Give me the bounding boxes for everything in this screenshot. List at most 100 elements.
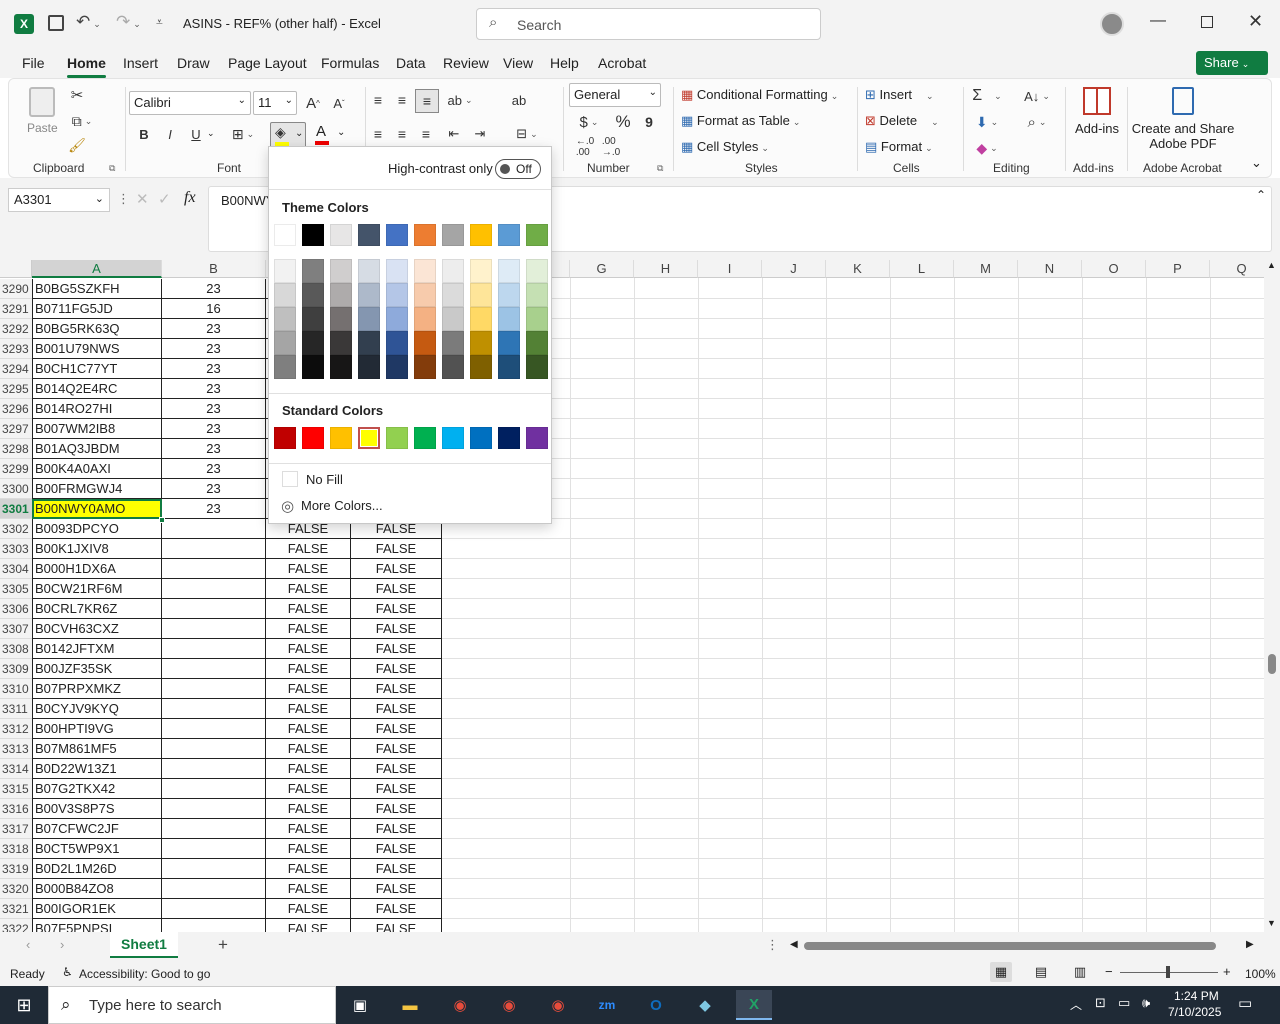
- scroll-left-icon[interactable]: ◀: [790, 939, 798, 950]
- cell-c[interactable]: FALSE: [266, 839, 351, 859]
- cell-b[interactable]: 23: [162, 379, 266, 399]
- add-sheet-icon[interactable]: +: [218, 935, 228, 955]
- row-header[interactable]: 3318: [0, 839, 32, 859]
- cell-b[interactable]: 23: [162, 279, 266, 299]
- cell-d[interactable]: FALSE: [351, 819, 442, 839]
- cell-b[interactable]: [162, 579, 266, 599]
- cell-a[interactable]: B00HPTI9VG: [32, 719, 162, 739]
- cell-c[interactable]: FALSE: [266, 719, 351, 739]
- cell-a[interactable]: B0CYJV9KYQ: [32, 699, 162, 719]
- decrease-indent-icon[interactable]: ⇤: [443, 123, 465, 145]
- cell-d[interactable]: FALSE: [351, 699, 442, 719]
- row-header[interactable]: 3305: [0, 579, 32, 599]
- cell-b[interactable]: [162, 639, 266, 659]
- cell-d[interactable]: FALSE: [351, 639, 442, 659]
- row-header[interactable]: 3293: [0, 339, 32, 359]
- cell-c[interactable]: FALSE: [266, 739, 351, 759]
- cell-styles-button[interactable]: ▦ Cell Styles ⌄: [681, 139, 769, 155]
- prev-sheet-icon[interactable]: ‹: [26, 937, 30, 952]
- cell-a[interactable]: B00IGOR1EK: [32, 899, 162, 919]
- theme-shade-swatch[interactable]: [470, 331, 492, 355]
- column-header-j[interactable]: J: [762, 260, 826, 278]
- theme-shade-swatch[interactable]: [498, 307, 520, 331]
- decrease-decimal-icon[interactable]: .00 →.0: [599, 136, 623, 158]
- scroll-up-icon[interactable]: ▲: [1267, 260, 1276, 270]
- row-header[interactable]: 3320: [0, 879, 32, 899]
- cell-b[interactable]: 23: [162, 359, 266, 379]
- horizontal-scroll-thumb[interactable]: [804, 942, 1216, 950]
- cell-a[interactable]: B07CFWC2JF: [32, 819, 162, 839]
- cell-a[interactable]: B0CH1C77YT: [32, 359, 162, 379]
- cell-d[interactable]: FALSE: [351, 679, 442, 699]
- italic-button[interactable]: I: [159, 123, 181, 145]
- menu-data[interactable]: Data: [396, 55, 426, 71]
- theme-shade-swatch[interactable]: [470, 283, 492, 307]
- column-header-i[interactable]: I: [698, 260, 762, 278]
- increase-font-icon[interactable]: A ^: [301, 91, 325, 115]
- cell-c[interactable]: FALSE: [266, 859, 351, 879]
- cell-b[interactable]: 23: [162, 339, 266, 359]
- menu-formulas[interactable]: Formulas: [321, 55, 379, 71]
- theme-shade-swatch[interactable]: [442, 331, 464, 355]
- column-header-n[interactable]: N: [1018, 260, 1082, 278]
- theme-shade-swatch[interactable]: [302, 283, 324, 307]
- notification-icon[interactable]: ▭: [1238, 994, 1252, 1012]
- cell-a[interactable]: B07F5PNPSL: [32, 919, 162, 932]
- theme-color-swatch[interactable]: [442, 224, 464, 246]
- cell-d[interactable]: FALSE: [351, 859, 442, 879]
- cell-d[interactable]: FALSE: [351, 619, 442, 639]
- zoom-slider-thumb[interactable]: [1166, 966, 1170, 978]
- windows-start-icon[interactable]: ⊞: [6, 990, 42, 1020]
- cell-c[interactable]: FALSE: [266, 779, 351, 799]
- cell-b[interactable]: [162, 839, 266, 859]
- theme-color-swatch[interactable]: [470, 224, 492, 246]
- row-header[interactable]: 3300: [0, 479, 32, 499]
- menu-view[interactable]: View: [503, 55, 533, 71]
- cell-c[interactable]: FALSE: [266, 659, 351, 679]
- cell-a[interactable]: B00NWY0AMO: [32, 499, 162, 519]
- cell-c[interactable]: FALSE: [266, 799, 351, 819]
- theme-shade-swatch[interactable]: [386, 355, 408, 379]
- cell-a[interactable]: B0CRL7KR6Z: [32, 599, 162, 619]
- accessibility-status[interactable]: Accessibility: Good to go: [79, 967, 210, 981]
- cell-a[interactable]: B0BG5RK63Q: [32, 319, 162, 339]
- cell-d[interactable]: FALSE: [351, 759, 442, 779]
- insert-cells-button[interactable]: ⊞ Insert ⌄: [865, 87, 934, 103]
- cell-b[interactable]: [162, 679, 266, 699]
- collapse-formula-bar-icon[interactable]: ⌃: [1256, 188, 1266, 202]
- row-header[interactable]: 3301: [0, 499, 32, 519]
- cell-c[interactable]: FALSE: [266, 619, 351, 639]
- format-painter-icon[interactable]: 🖌: [67, 135, 87, 155]
- theme-shade-swatch[interactable]: [330, 259, 352, 283]
- cell-b[interactable]: [162, 559, 266, 579]
- cell-d[interactable]: FALSE: [351, 739, 442, 759]
- cell-a[interactable]: B014Q2E4RC: [32, 379, 162, 399]
- cell-a[interactable]: B00K1JXIV8: [32, 539, 162, 559]
- vertical-scroll-thumb[interactable]: [1268, 654, 1276, 674]
- excel-taskbar-icon[interactable]: X: [736, 990, 772, 1020]
- standard-color-swatch[interactable]: [330, 427, 352, 449]
- comma-style-icon[interactable]: 9: [639, 111, 659, 133]
- align-bottom-icon[interactable]: ≡: [415, 89, 439, 113]
- cell-a[interactable]: B0BG5SZKFH: [32, 279, 162, 299]
- menu-draw[interactable]: Draw: [177, 55, 210, 71]
- row-header[interactable]: 3312: [0, 719, 32, 739]
- row-header[interactable]: 3317: [0, 819, 32, 839]
- save-icon[interactable]: [48, 15, 64, 31]
- cell-b[interactable]: [162, 859, 266, 879]
- add-ins-button[interactable]: Add-ins: [1073, 85, 1121, 136]
- cell-d[interactable]: FALSE: [351, 659, 442, 679]
- increase-indent-icon[interactable]: ⇥: [469, 123, 491, 145]
- cell-a[interactable]: B007WM2IB8: [32, 419, 162, 439]
- row-header[interactable]: 3310: [0, 679, 32, 699]
- cell-a[interactable]: B0D22W13Z1: [32, 759, 162, 779]
- theme-shade-swatch[interactable]: [386, 283, 408, 307]
- minimize-button[interactable]: —: [1150, 12, 1166, 30]
- cell-a[interactable]: B000B84ZO8: [32, 879, 162, 899]
- orientation-icon[interactable]: ab ⌄: [445, 89, 475, 111]
- cell-a[interactable]: B0D2L1M26D: [32, 859, 162, 879]
- split-handle-icon[interactable]: ⋮: [766, 937, 779, 953]
- conditional-formatting-button[interactable]: ▦ Conditional Formatting ⌄: [681, 87, 838, 103]
- cell-b[interactable]: 23: [162, 499, 266, 519]
- theme-shade-swatch[interactable]: [302, 259, 324, 283]
